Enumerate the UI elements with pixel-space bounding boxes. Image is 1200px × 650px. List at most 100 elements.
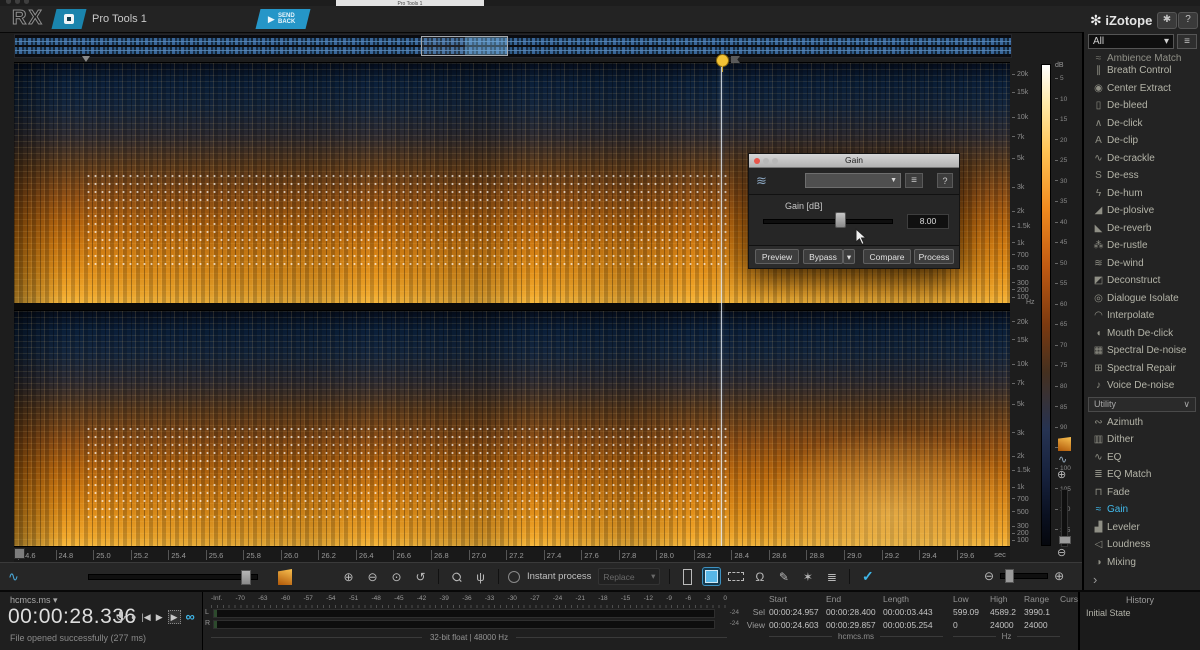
- wave-spectrogram-blend-slider[interactable]: [88, 574, 258, 580]
- module-item[interactable]: ◩ Deconstruct: [1084, 272, 1200, 290]
- horizontal-zoom-thumb[interactable]: [1005, 569, 1014, 583]
- left-peak-readout[interactable]: -24: [730, 609, 739, 616]
- record-mic-icon[interactable]: [116, 611, 126, 624]
- module-item[interactable]: ≈ Ambience Match: [1084, 54, 1200, 62]
- gain-dialog-titlebar[interactable]: Gain: [749, 154, 959, 168]
- close-icon[interactable]: [754, 158, 760, 164]
- waveform-view-icon[interactable]: ∿: [1058, 455, 1067, 466]
- vertical-zoom-out-icon[interactable]: ⊖: [1057, 548, 1066, 559]
- module-item[interactable]: S De-ess: [1084, 167, 1200, 185]
- module-item[interactable]: ◑ Mixing: [1084, 554, 1200, 572]
- module-item[interactable]: ▦ Spectral De-noise: [1084, 342, 1200, 360]
- preset-menu-button[interactable]: ≡: [905, 173, 923, 188]
- spectrogram-display[interactable]: [14, 62, 1010, 546]
- zoom-out-button[interactable]: ⊖: [364, 568, 381, 585]
- zoom-selection-button[interactable]: ⊙: [388, 568, 405, 585]
- help-button[interactable]: ?: [1178, 12, 1198, 29]
- time-ruler[interactable]: 24.624.825.025.225.425.625.826.026.226.4…: [14, 546, 1010, 562]
- waveform-blend-icon[interactable]: ∿: [8, 569, 19, 585]
- module-item[interactable]: ≋ De-wind: [1084, 255, 1200, 273]
- spectrogram-amplitude-colorbar[interactable]: [1041, 64, 1051, 546]
- waveform-overview-bar[interactable]: [14, 34, 1012, 58]
- brush-selection-tool[interactable]: ✎: [775, 568, 792, 585]
- gain-value-field[interactable]: 8.00: [907, 214, 949, 229]
- module-item[interactable]: ≣ EQ Match: [1084, 466, 1200, 484]
- gain-slider[interactable]: [763, 219, 893, 224]
- module-item[interactable]: ⁂ De-rustle: [1084, 237, 1200, 255]
- spectrogram-view-icon[interactable]: [1058, 437, 1071, 451]
- magic-wand-tool[interactable]: ✶: [799, 568, 816, 585]
- settings-gear-icon[interactable]: ✱: [1157, 12, 1177, 29]
- history-entry[interactable]: Initial State: [1086, 608, 1200, 618]
- return-to-start-icon[interactable]: |◀: [141, 611, 150, 623]
- bypass-caret-button[interactable]: ▾: [843, 249, 855, 264]
- ruler-scroll-nub[interactable]: [14, 548, 25, 559]
- window-control-dot[interactable]: [24, 0, 29, 4]
- overview-view-rect[interactable]: [421, 36, 508, 56]
- time-selection-tool[interactable]: [679, 568, 696, 585]
- zoom-in-button[interactable]: ⊕: [340, 568, 357, 585]
- right-peak-readout[interactable]: -24: [730, 620, 739, 627]
- zoom-window-icon[interactable]: [772, 158, 778, 164]
- instant-process-mode-dropdown[interactable]: Replace▾: [598, 568, 660, 585]
- magnifier-tool[interactable]: Ϙ: [448, 568, 465, 585]
- send-back-button[interactable]: ▶ SEND BACK: [256, 9, 311, 29]
- playhead-line[interactable]: [721, 62, 722, 546]
- gain-slider-thumb[interactable]: [835, 212, 846, 228]
- module-item[interactable]: ∥ Breath Control: [1084, 62, 1200, 80]
- module-item[interactable]: ∿ EQ: [1084, 449, 1200, 467]
- module-item[interactable]: ◣ De-reverb: [1084, 220, 1200, 238]
- time-frequency-selection-tool[interactable]: [703, 568, 720, 585]
- preset-dropdown[interactable]: ▼: [805, 173, 901, 188]
- horizontal-zoom-out-icon[interactable]: ⊖: [984, 568, 994, 584]
- bypass-button[interactable]: Bypass: [803, 249, 843, 264]
- utility-section-header[interactable]: Utility∨: [1088, 397, 1196, 412]
- instant-process-radio[interactable]: [508, 571, 520, 583]
- module-item[interactable]: ▥ Dither: [1084, 431, 1200, 449]
- module-item[interactable]: ∾ Azimuth: [1084, 414, 1200, 432]
- module-item[interactable]: ▟ Leveler: [1084, 519, 1200, 537]
- process-button[interactable]: Process: [914, 249, 954, 264]
- module-item[interactable]: A De-clip: [1084, 132, 1200, 150]
- module-item[interactable]: ◁ Loudness: [1084, 536, 1200, 554]
- frequency-selection-tool[interactable]: [727, 568, 744, 585]
- vertical-zoom-thumb[interactable]: [1059, 536, 1071, 544]
- module-item[interactable]: ∿ De-crackle: [1084, 150, 1200, 168]
- minimize-icon[interactable]: [763, 158, 769, 164]
- module-list-view-button[interactable]: ≡: [1177, 34, 1197, 49]
- session-tab[interactable]: [52, 9, 87, 29]
- preview-button[interactable]: Preview: [755, 249, 799, 264]
- module-item[interactable]: ◠ Interpolate: [1084, 307, 1200, 325]
- module-item[interactable]: ◎ Dialogue Isolate: [1084, 290, 1200, 308]
- module-item[interactable]: ⊓ Fade: [1084, 484, 1200, 502]
- module-item[interactable]: ◖ Mouth De-click: [1084, 325, 1200, 343]
- play-icon[interactable]: ▶: [156, 611, 163, 623]
- module-filter-dropdown[interactable]: All▾: [1088, 34, 1174, 49]
- selection-region-left-channel[interactable]: [85, 172, 731, 268]
- tab-label[interactable]: Pro Tools 1: [92, 13, 147, 25]
- vertical-zoom-in-icon[interactable]: ⊕: [1057, 470, 1066, 481]
- spectrogram-blend-icon[interactable]: [278, 569, 292, 585]
- module-item[interactable]: ≈ Gain: [1084, 501, 1200, 519]
- confirm-selection-check-icon[interactable]: ✓: [859, 568, 876, 585]
- blend-slider-thumb[interactable]: [241, 570, 251, 585]
- loop-icon[interactable]: ∞: [186, 612, 195, 622]
- module-item[interactable]: ⊞ Spectral Repair: [1084, 360, 1200, 378]
- module-item[interactable]: ◢ De-plosive: [1084, 202, 1200, 220]
- module-item[interactable]: ▯ De-bleed: [1084, 97, 1200, 115]
- grab-hand-tool[interactable]: ψ: [472, 568, 489, 585]
- harmonic-selection-tool[interactable]: ≣: [823, 568, 840, 585]
- horizontal-zoom-in-icon[interactable]: ⊕: [1054, 568, 1064, 584]
- window-control-dot[interactable]: [15, 0, 20, 4]
- play-selection-icon[interactable]: ▶: [168, 610, 181, 624]
- selection-start-marker[interactable]: [82, 56, 90, 62]
- window-control-dot[interactable]: [6, 0, 11, 4]
- module-item[interactable]: ϟ De-hum: [1084, 185, 1200, 203]
- vertical-zoom-slider[interactable]: [1061, 489, 1068, 547]
- zoom-fit-button[interactable]: ↺: [412, 568, 429, 585]
- lasso-selection-tool[interactable]: Ω: [751, 568, 768, 585]
- playhead-marker[interactable]: [716, 54, 729, 67]
- module-item[interactable]: ◉ Center Extract: [1084, 80, 1200, 98]
- module-item[interactable]: ♪ Voice De-noise: [1084, 377, 1200, 395]
- panel-expand-chevron[interactable]: ›: [1093, 574, 1097, 586]
